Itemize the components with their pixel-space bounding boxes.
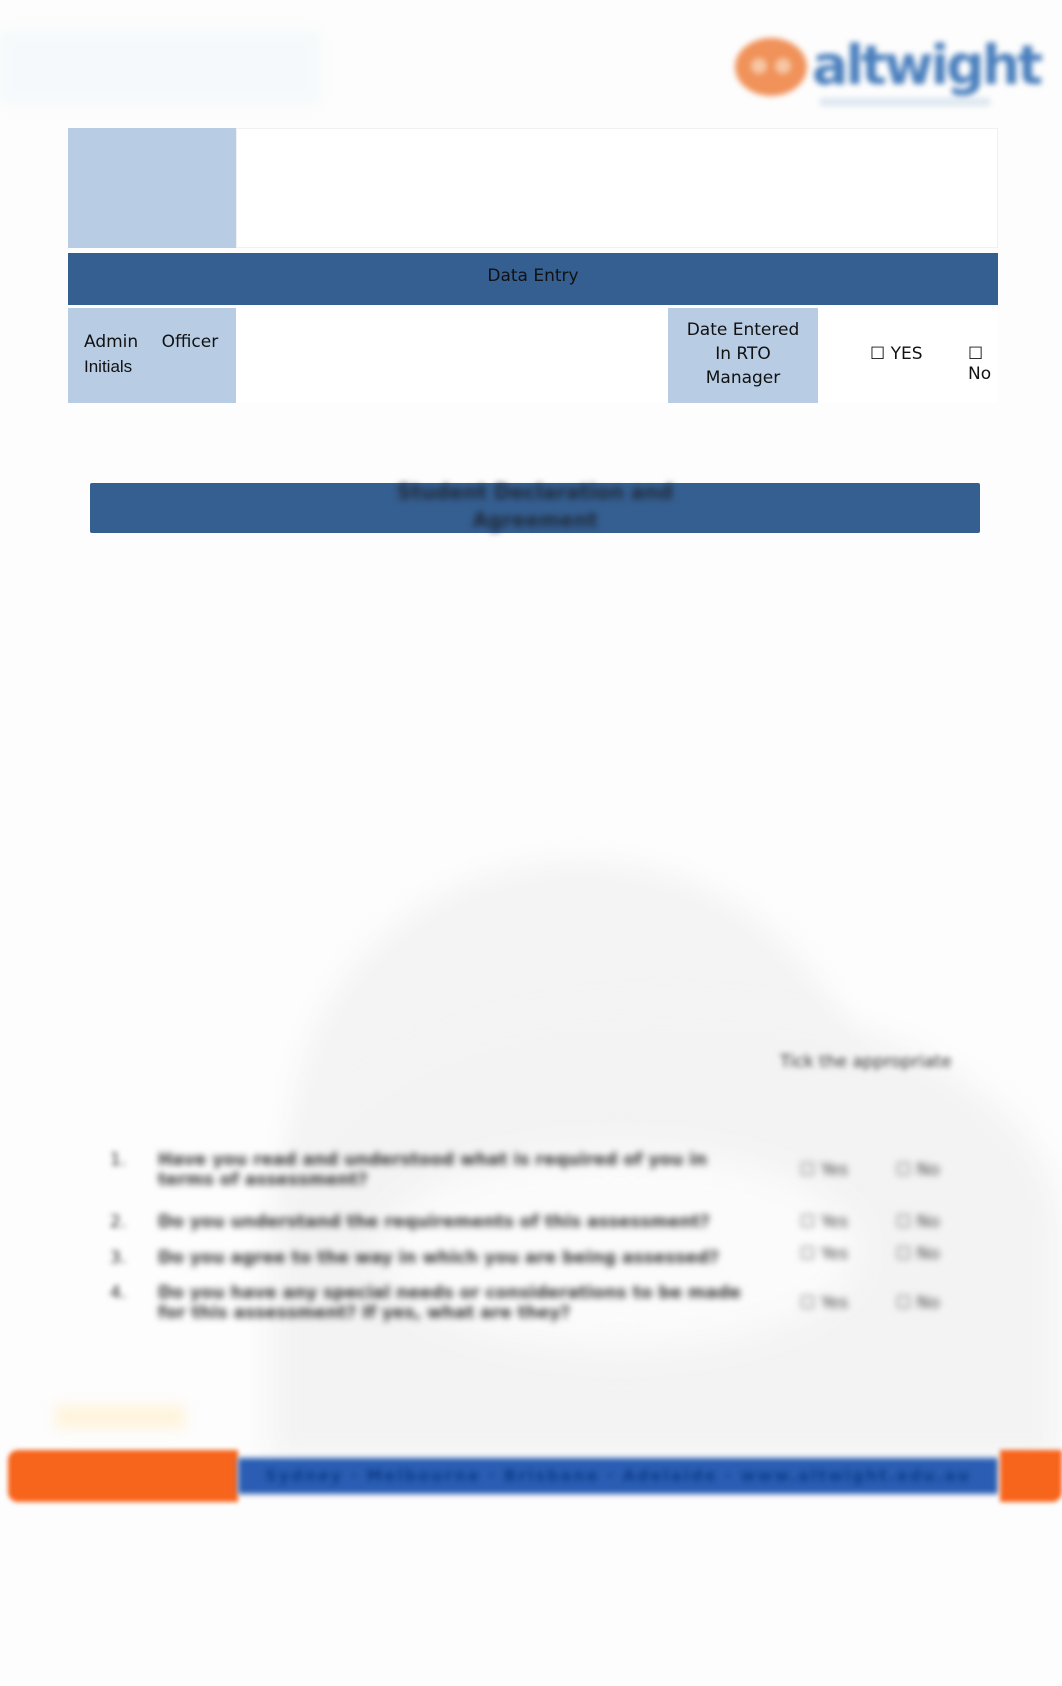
question-text: Do you agree to the way in which you are… — [158, 1248, 719, 1268]
question-number: 2. — [110, 1212, 127, 1232]
question-number: 1. — [110, 1150, 127, 1170]
question-number: 4. — [110, 1283, 127, 1303]
top-value-cell[interactable] — [236, 128, 998, 248]
questions-column-header: Tick the appropriate — [780, 1052, 952, 1072]
footer-orange-right — [1000, 1450, 1062, 1502]
yes-checkbox[interactable]: ☐ Yes — [800, 1293, 848, 1313]
date-label-line3: Manager — [705, 368, 781, 388]
question-number: 3. — [110, 1248, 127, 1268]
footer-note — [55, 1405, 185, 1429]
logo-text: altwight — [812, 34, 1043, 97]
yes-checkbox[interactable]: ☐ YES — [870, 344, 923, 364]
logo-tagline — [820, 98, 990, 106]
data-entry-title: Data Entry — [487, 266, 579, 286]
admin-label-line2: Initials — [84, 357, 133, 376]
declaration-section-title: Student Declaration and Agreement — [397, 480, 673, 532]
date-label-line2: In RTO — [715, 344, 771, 364]
data-entry-table: Data Entry Admin Officer Initials Date E… — [68, 128, 998, 408]
yes-checkbox[interactable]: ☐ Yes — [800, 1244, 848, 1264]
logo-mark-icon — [735, 38, 807, 96]
footer-contact-bar: Sydney · Melbourne · Brisbane · Adelaide… — [238, 1458, 998, 1494]
brand-logo: altwight — [730, 34, 1043, 114]
header-blurred-block — [0, 30, 320, 105]
admin-label-line1: Admin Officer — [84, 332, 219, 352]
question-text: Do you have any special needs or conside… — [158, 1283, 741, 1323]
date-entered-label: Date Entered In RTO Manager — [668, 308, 818, 403]
no-checkbox[interactable]: ☐ No — [896, 1212, 940, 1232]
question-text: Have you read and understood what is req… — [158, 1150, 708, 1190]
no-checkbox[interactable]: ☐ No — [968, 344, 998, 384]
no-checkbox[interactable]: ☐ No — [896, 1160, 940, 1180]
data-entry-header: Data Entry — [68, 253, 998, 305]
yes-checkbox[interactable]: ☐ Yes — [800, 1160, 848, 1180]
date-entered-options: ☐ YES ☐ No — [818, 308, 998, 403]
top-label-cell — [68, 128, 236, 248]
footer-contact-text: Sydney · Melbourne · Brisbane · Adelaide… — [265, 1466, 971, 1485]
admin-initials-label: Admin Officer Initials — [68, 308, 236, 403]
admin-initials-field[interactable] — [236, 308, 668, 403]
yes-checkbox[interactable]: ☐ Yes — [800, 1212, 848, 1232]
no-checkbox[interactable]: ☐ No — [896, 1293, 940, 1313]
footer-orange-left — [8, 1450, 238, 1502]
date-label-line1: Date Entered — [686, 320, 800, 340]
no-checkbox[interactable]: ☐ No — [896, 1244, 940, 1264]
question-text: Do you understand the requirements of th… — [158, 1212, 710, 1232]
